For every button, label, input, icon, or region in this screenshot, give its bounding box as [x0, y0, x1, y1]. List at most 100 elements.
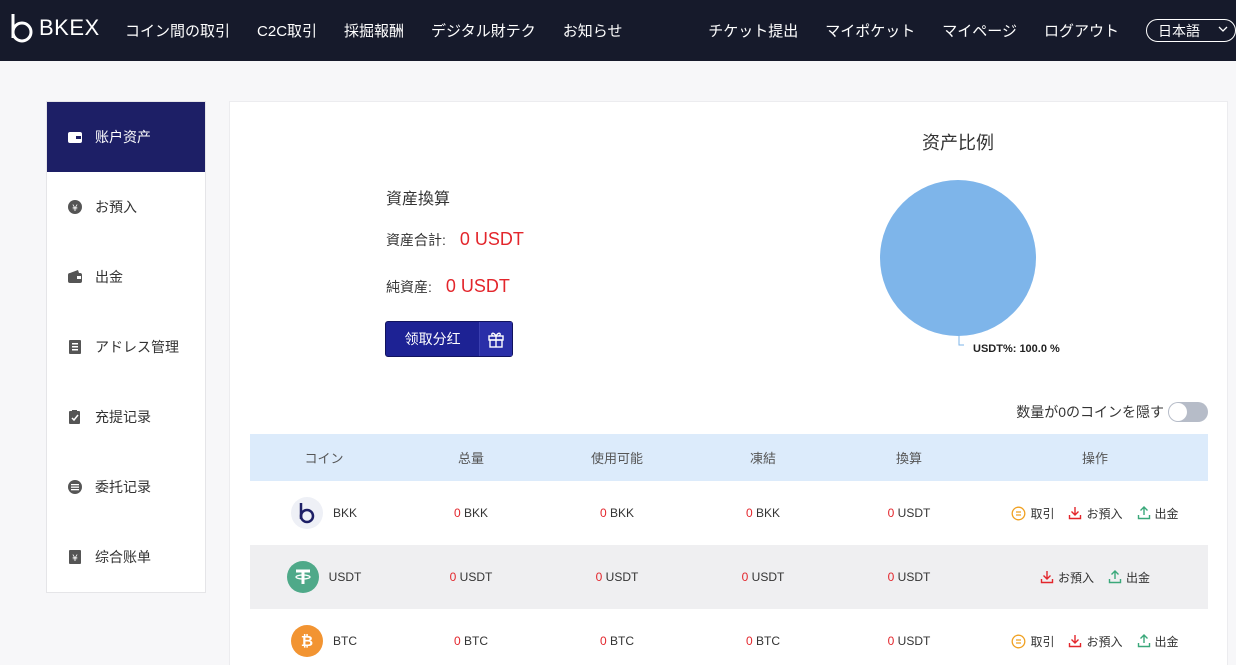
- withdraw-label: 出金: [1154, 506, 1179, 521]
- total-amount: 0: [449, 570, 457, 584]
- trade-link[interactable]: 取引: [1011, 505, 1054, 522]
- trade-icon: [1012, 634, 1026, 648]
- header-total: 总量: [457, 451, 484, 466]
- sidebar-item-label: 综合账单: [95, 549, 151, 565]
- total-assets-row: 資産合計: 0 USDT: [386, 229, 524, 250]
- trade-label: 取引: [1030, 634, 1055, 649]
- nav-notices[interactable]: お知らせ: [563, 20, 623, 41]
- total-unit: USDT: [459, 570, 493, 584]
- table-row: USDT 0 USDT 0 USDT 0 USDT 0 USDT お預入 出金: [250, 545, 1208, 609]
- nav-logout[interactable]: ログアウト: [1044, 20, 1119, 41]
- nav-my-wallet[interactable]: マイポケット: [825, 20, 915, 41]
- pie-slice-usdt: [880, 180, 1036, 336]
- wallet-icon: [68, 270, 82, 283]
- deposit-link[interactable]: お預入: [1068, 505, 1123, 522]
- available-amount: 0: [599, 506, 607, 520]
- language-value: 日本語: [1158, 22, 1200, 39]
- frozen-unit: BTC: [756, 634, 781, 648]
- converted-cell: 0 USDT: [836, 570, 982, 584]
- conversion-title: 資産換算: [386, 191, 451, 208]
- claim-dividend-button[interactable]: 领取分红: [385, 321, 513, 357]
- language-select[interactable]: 日本語: [1146, 19, 1236, 42]
- main-nav: コイン間の取引 C2C取引 採掘報酬 デジタル財テク お知らせ: [125, 0, 649, 61]
- sidebar-item-label: お預入: [95, 199, 137, 215]
- svg-text:¥: ¥: [72, 554, 78, 564]
- header-actions: 操作: [1081, 451, 1108, 466]
- frozen-unit: BKK: [756, 506, 781, 520]
- table-row: BKK 0 BKK 0 BKK 0 BKK 0 USDT 取引 お預入 出金: [250, 481, 1208, 545]
- header-frozen: 凍結: [749, 451, 776, 466]
- withdraw-link[interactable]: 出金: [1137, 505, 1179, 522]
- trade-label: 取引: [1030, 506, 1055, 521]
- nav-ticket[interactable]: チケット提出: [708, 20, 798, 41]
- withdraw-label: 出金: [1154, 634, 1179, 649]
- withdraw-link[interactable]: 出金: [1108, 569, 1150, 586]
- download-icon: [1069, 507, 1082, 520]
- bill-icon: ¥: [69, 550, 81, 564]
- nav-c2c[interactable]: C2C取引: [257, 20, 317, 41]
- withdraw-link[interactable]: 出金: [1137, 633, 1179, 650]
- deposit-link[interactable]: お預入: [1068, 633, 1123, 650]
- chevron-down-icon: [1217, 23, 1229, 38]
- download-icon: [1069, 635, 1082, 648]
- nav-mining[interactable]: 採掘報酬: [344, 20, 404, 41]
- trade-link[interactable]: 取引: [1011, 633, 1054, 650]
- assets-table: コイン 总量 使用可能 凍結 換算 操作 BKK 0 BKK 0 BKK 0 B…: [250, 434, 1208, 665]
- list-icon: [68, 480, 82, 494]
- pie-slice-label: USDT%: 100.0 %: [973, 343, 1060, 355]
- actions-cell: 取引 お預入 出金: [982, 505, 1208, 522]
- table-header: コイン 总量 使用可能 凍結 換算 操作: [250, 434, 1208, 481]
- total-amount: 0: [453, 634, 461, 648]
- header-converted: 換算: [895, 451, 922, 466]
- brand-logo[interactable]: BKEX: [9, 11, 100, 45]
- sidebar-item-transfer-records[interactable]: 充提记录: [47, 382, 205, 452]
- wallet-card-icon: [68, 132, 82, 143]
- asset-ratio-pie-chart: [880, 180, 1036, 346]
- sidebar-item-label: アドレス管理: [95, 339, 179, 355]
- frozen-amount: 0: [741, 570, 749, 584]
- total-unit: BTC: [464, 634, 489, 648]
- sidebar-item-withdraw[interactable]: 出金: [47, 242, 205, 312]
- assets-panel: 資産換算 資産合計: 0 USDT 純資産: 0 USDT 领取分红 资产比例 …: [229, 101, 1228, 665]
- bkex-logo-icon: [11, 14, 33, 43]
- table-row: ₿ BTC 0 BTC 0 BTC 0 BTC 0 USDT 取引 お預入 出金: [250, 609, 1208, 665]
- hide-zero-toggle[interactable]: [1168, 402, 1208, 422]
- coin-cell: BKK: [250, 497, 398, 529]
- converted-amount: 0: [887, 506, 895, 520]
- upload-icon: [1137, 634, 1150, 648]
- user-nav: チケット提出 マイポケット マイページ ログアウト 日本語: [708, 0, 1236, 61]
- sidebar-item-order-records[interactable]: 委托记录: [47, 452, 205, 522]
- gift-icon: [479, 322, 512, 356]
- converted-amount: 0: [887, 634, 895, 648]
- btc-coin-icon: ₿: [291, 625, 323, 657]
- deposit-link[interactable]: お預入: [1040, 569, 1094, 586]
- nav-coin-trade[interactable]: コイン間の取引: [125, 20, 230, 41]
- frozen-amount: 0: [745, 506, 753, 520]
- frozen-cell: 0 USDT: [690, 570, 836, 584]
- brand-name: BKEX: [39, 15, 100, 40]
- available-cell: 0 USDT: [544, 570, 690, 584]
- trade-icon: [1012, 506, 1026, 520]
- sidebar-item-statement[interactable]: ¥ 综合账单: [47, 522, 205, 592]
- nav-my-page[interactable]: マイページ: [942, 20, 1017, 41]
- frozen-amount: 0: [745, 634, 753, 648]
- sidebar-item-deposit[interactable]: ¥ お預入: [47, 172, 205, 242]
- available-unit: BTC: [610, 634, 635, 648]
- converted-amount: 0: [887, 570, 895, 584]
- sidebar-item-label: 充提记录: [95, 409, 151, 425]
- nav-digital-finance[interactable]: デジタル財テク: [431, 20, 536, 41]
- svg-text:₿: ₿: [301, 632, 313, 650]
- sidebar-item-account-assets[interactable]: 账户资产: [47, 102, 205, 172]
- sidebar-item-address[interactable]: アドレス管理: [47, 312, 205, 382]
- upload-icon: [1137, 506, 1150, 520]
- available-unit: USDT: [605, 570, 639, 584]
- deposit-label: お預入: [1057, 570, 1094, 585]
- coin-cell: USDT: [250, 561, 398, 593]
- withdraw-label: 出金: [1126, 570, 1151, 585]
- net-assets-label: 純資産:: [386, 278, 432, 295]
- total-cell: 0 USDT: [398, 570, 544, 584]
- frozen-cell: 0 BTC: [690, 634, 836, 648]
- yen-circle-icon: ¥: [68, 200, 82, 214]
- deposit-label: お預入: [1086, 634, 1123, 649]
- chart-title: 资产比例: [922, 133, 994, 153]
